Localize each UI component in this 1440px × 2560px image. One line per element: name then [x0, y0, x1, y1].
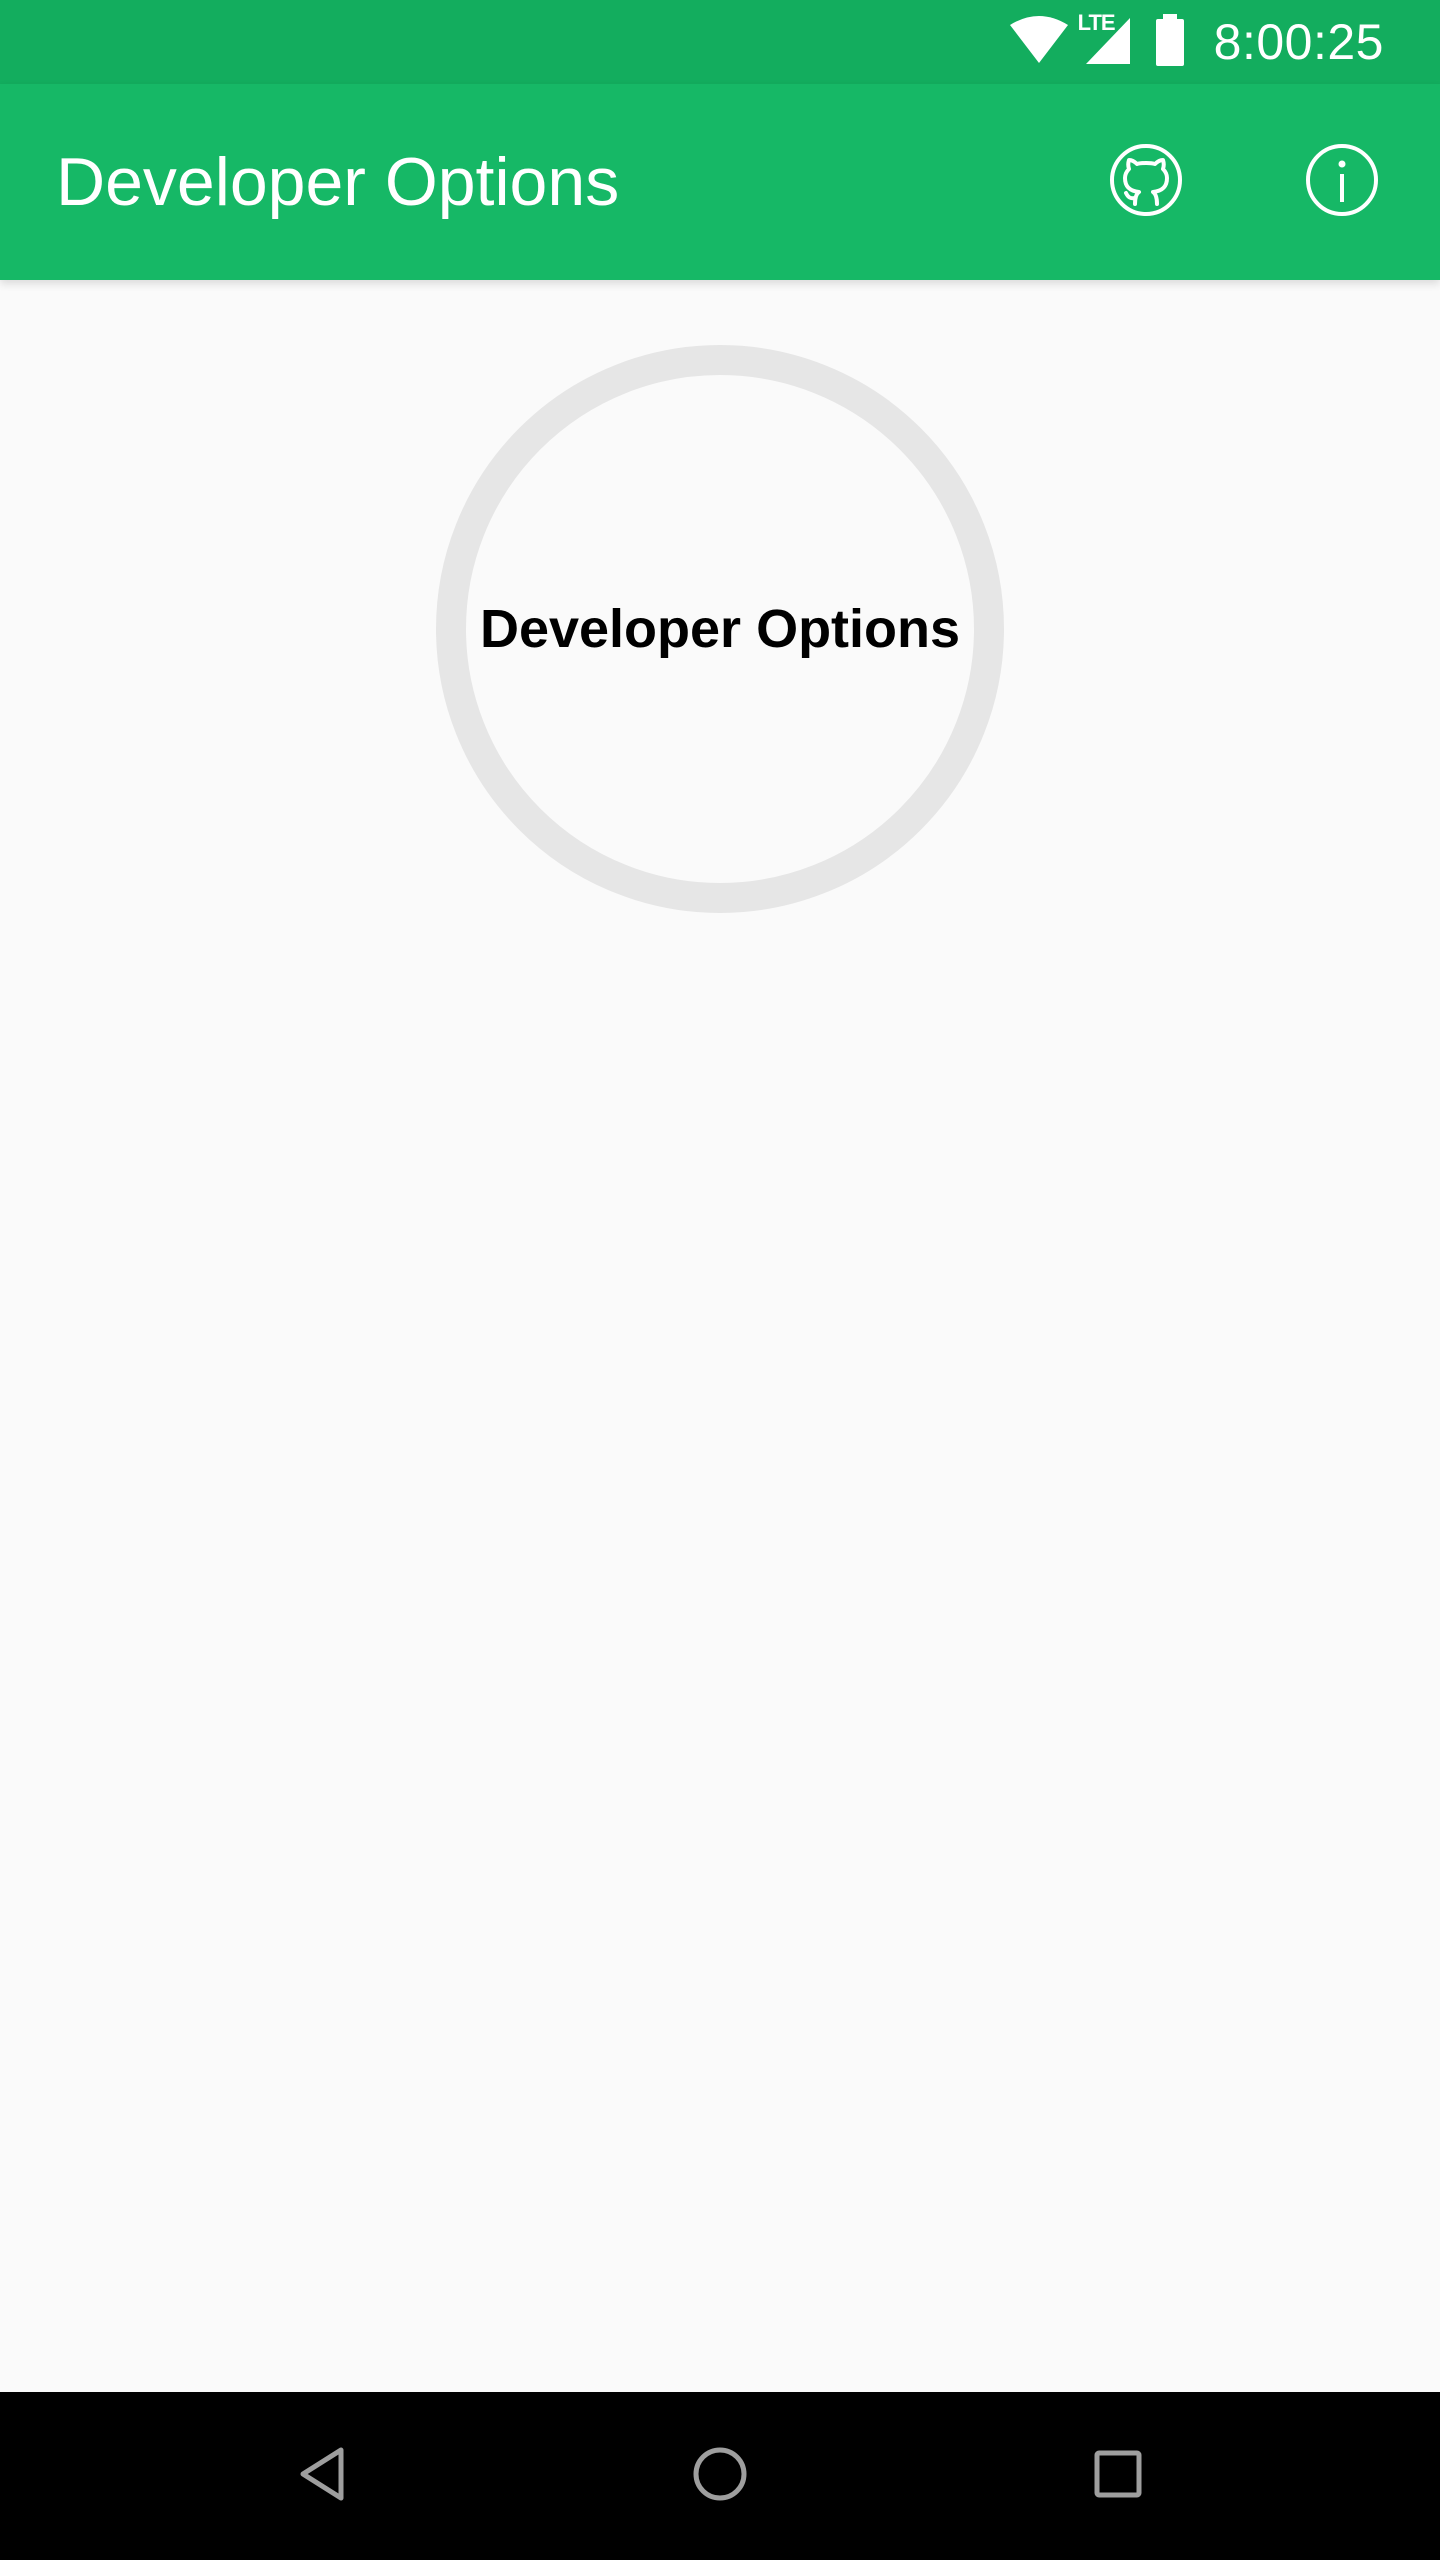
status-bar: LTE 8:00:25 — [0, 0, 1440, 84]
recents-button[interactable] — [1068, 2426, 1168, 2526]
home-icon — [692, 2446, 748, 2507]
navigation-bar — [0, 2392, 1440, 2560]
status-icons: LTE 8:00:25 — [1008, 0, 1440, 84]
info-button[interactable] — [1292, 132, 1392, 232]
home-button[interactable] — [670, 2426, 770, 2526]
developer-options-circle-button[interactable]: Developer Options — [436, 345, 1004, 913]
app-title: Developer Options — [56, 144, 620, 220]
wifi-icon — [1008, 15, 1070, 70]
circle-button-label: Developer Options — [479, 599, 961, 659]
lte-label: LTE — [1077, 9, 1116, 35]
status-time: 8:00:25 — [1213, 14, 1384, 70]
recents-icon — [1093, 2449, 1143, 2504]
back-button[interactable] — [272, 2426, 372, 2526]
github-icon — [1108, 142, 1184, 223]
app-bar: Developer Options — [0, 84, 1440, 280]
main-content: Developer Options — [0, 280, 1440, 2392]
battery-icon — [1154, 13, 1186, 71]
info-icon — [1304, 142, 1380, 223]
github-button[interactable] — [1096, 132, 1196, 232]
back-icon — [297, 2446, 347, 2507]
signal-icon: LTE — [1078, 10, 1132, 71]
